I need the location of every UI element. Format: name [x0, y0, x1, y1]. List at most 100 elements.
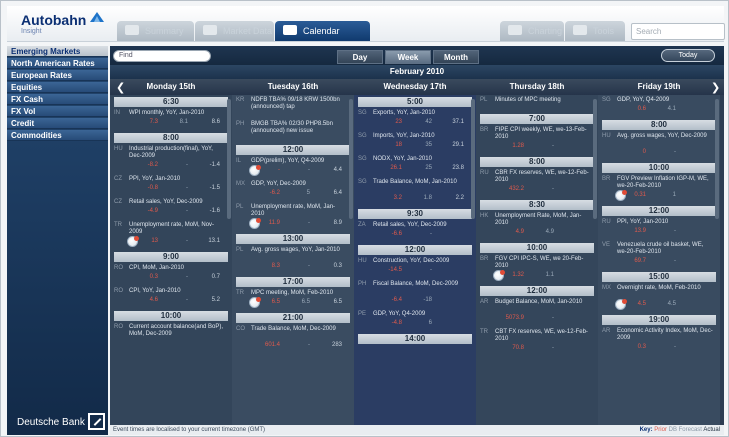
country-code: AR [602, 328, 611, 334]
brand-logo[interactable]: Autobahn [21, 12, 86, 28]
column-scrollbar[interactable] [227, 99, 231, 219]
prior-value: 5073.9 [505, 315, 524, 321]
prior-value: 11.9 [268, 220, 280, 226]
event-name: Overnight rate, MoM, Feb-2010 [617, 285, 701, 291]
forecast-value: 1.1 [545, 272, 554, 278]
column-scrollbar[interactable] [471, 99, 475, 219]
sidebar-item-european-rates[interactable]: European Rates [7, 70, 108, 81]
month-view-button[interactable]: Month [433, 50, 479, 64]
country-code: SG [358, 110, 367, 116]
find-input[interactable]: Find [113, 50, 211, 62]
country-code: AR [480, 299, 489, 305]
actual-value: 29.1 [452, 142, 464, 148]
sidebar-item-commodities[interactable]: Commodities [7, 130, 108, 141]
time-slot-header: 12:00 [602, 206, 716, 216]
event-name: Exports, YoY, Jan-2010 [373, 110, 435, 116]
forecast-value: - [186, 208, 188, 214]
prior-value: 601.4 [264, 342, 280, 348]
prior-value: 6.5 [271, 299, 280, 305]
event-name: Trade Balance, MoM, Dec-2009 [251, 326, 336, 332]
event-values: 23 42 37.1 [374, 119, 468, 127]
sidebar-item-equities[interactable]: Equities [7, 82, 108, 93]
event-values: 3.2 1.8 2.2 [374, 195, 468, 203]
prior-value: 0.31 [634, 192, 646, 198]
sidebar-item-fx-cash[interactable]: FX Cash [7, 94, 108, 105]
country-code: HK [480, 213, 489, 219]
time-slot-header: 10:00 [480, 243, 594, 253]
tab-summary[interactable]: Summary [117, 21, 194, 41]
event-name: FIPE CPI weekly, WE, we-13-Feb-2010 [495, 127, 587, 140]
key-prior: Prior [654, 427, 667, 433]
app-window: Autobahn Insight Summary Market Data Cal… [0, 0, 729, 437]
event-name: Trade Balance, MoM, Jan-2010 [373, 179, 457, 185]
time-slot-header: 10:00 [114, 311, 228, 321]
forecast-value: - [186, 274, 188, 280]
prior-value: 4.5 [637, 301, 646, 307]
prior-value: 4.6 [149, 297, 158, 303]
actual-value: 2.2 [455, 195, 464, 201]
top-header: Autobahn Insight Summary Market Data Cal… [7, 6, 725, 42]
forecast-value: 35 [425, 142, 432, 148]
forecast-value: - [186, 162, 188, 168]
prior-value: -6.4 [391, 297, 402, 303]
search-input[interactable]: Search [631, 23, 725, 40]
time-slot-header: 21:00 [236, 313, 350, 323]
key-label: Key: [639, 427, 653, 433]
forecast-value: - [186, 185, 188, 191]
sidebar-item-credit[interactable]: Credit [7, 118, 108, 129]
time-slot-header: 7:00 [480, 114, 594, 124]
time-slot-header: 12:00 [358, 245, 472, 255]
event-name: Current account balance(and BoP), MoM, D… [129, 324, 224, 337]
event-name: GDP, YoY, Q4-2009 [373, 311, 426, 317]
event-name: GDP(prelim), YoY, Q4-2009 [251, 158, 325, 164]
brand-subtitle: Insight [21, 28, 42, 35]
tab-tools[interactable]: Tools [565, 21, 625, 41]
event-values: 4.5 4.5 [618, 301, 712, 309]
next-week-arrow-icon[interactable]: ❯ [711, 81, 720, 94]
forecast-value: 1.8 [423, 195, 432, 201]
event-name: GDP, YoY, Dec-2009 [251, 181, 306, 187]
country-code: SG [358, 179, 367, 185]
summary-icon [125, 25, 139, 35]
actual-value: 13.1 [208, 238, 220, 244]
actual-value: -1.5 [209, 185, 220, 191]
event-values: -6.6 - [374, 231, 468, 239]
forecast-value: - [186, 238, 188, 244]
week-view-button[interactable]: Week [385, 50, 431, 64]
timezone-note: Event times are localised to your curren… [113, 427, 266, 433]
month-title: February 2010 [110, 65, 724, 79]
forecast-value: - [674, 228, 676, 234]
sidebar-item-emerging-markets[interactable]: Emerging Markets [7, 46, 108, 57]
day-title-monday: Monday 15th [146, 82, 196, 91]
day-view-button[interactable]: Day [337, 50, 383, 64]
country-code: BR [480, 256, 489, 262]
country-code: IL [236, 158, 242, 164]
tab-calendar[interactable]: Calendar [275, 21, 370, 41]
prior-value: 1.28 [512, 143, 524, 149]
tab-market-data[interactable]: Market Data [195, 21, 274, 41]
tab-label: Calendar [303, 26, 340, 36]
actual-value: -1.4 [209, 162, 220, 168]
country-code: SG [358, 156, 367, 162]
country-code: RO [114, 324, 123, 330]
column-scrollbar[interactable] [349, 99, 353, 219]
tab-charting[interactable]: Charting [500, 21, 564, 41]
actual-value: 23.8 [452, 165, 464, 171]
event-values: 0.6 4.1 [618, 106, 712, 114]
actual-value: -1.6 [209, 208, 220, 214]
actual-value: 6.5 [333, 299, 342, 305]
event-name: NDFB TBA% 09/18 KRW 1500bn (announced) t… [251, 97, 340, 110]
prior-value: -4.9 [147, 208, 158, 214]
event-name: Industrial production(final), YoY, Dec-2… [129, 146, 213, 159]
forecast-value: - [552, 186, 554, 192]
column-scrollbar[interactable] [593, 99, 597, 219]
prior-value: -6.6 [391, 231, 402, 237]
column-scrollbar[interactable] [715, 99, 719, 219]
sidebar-item-fx-vol[interactable]: FX Vol [7, 106, 108, 117]
prior-value: -14.5 [388, 267, 402, 273]
event-name: CPI, MoM, Jan-2010 [129, 265, 185, 271]
prior-value: - [278, 167, 280, 173]
sidebar-item-north-american-rates[interactable]: North American Rates [7, 58, 108, 69]
today-button[interactable]: Today [661, 49, 715, 62]
forecast-value: - [552, 143, 554, 149]
